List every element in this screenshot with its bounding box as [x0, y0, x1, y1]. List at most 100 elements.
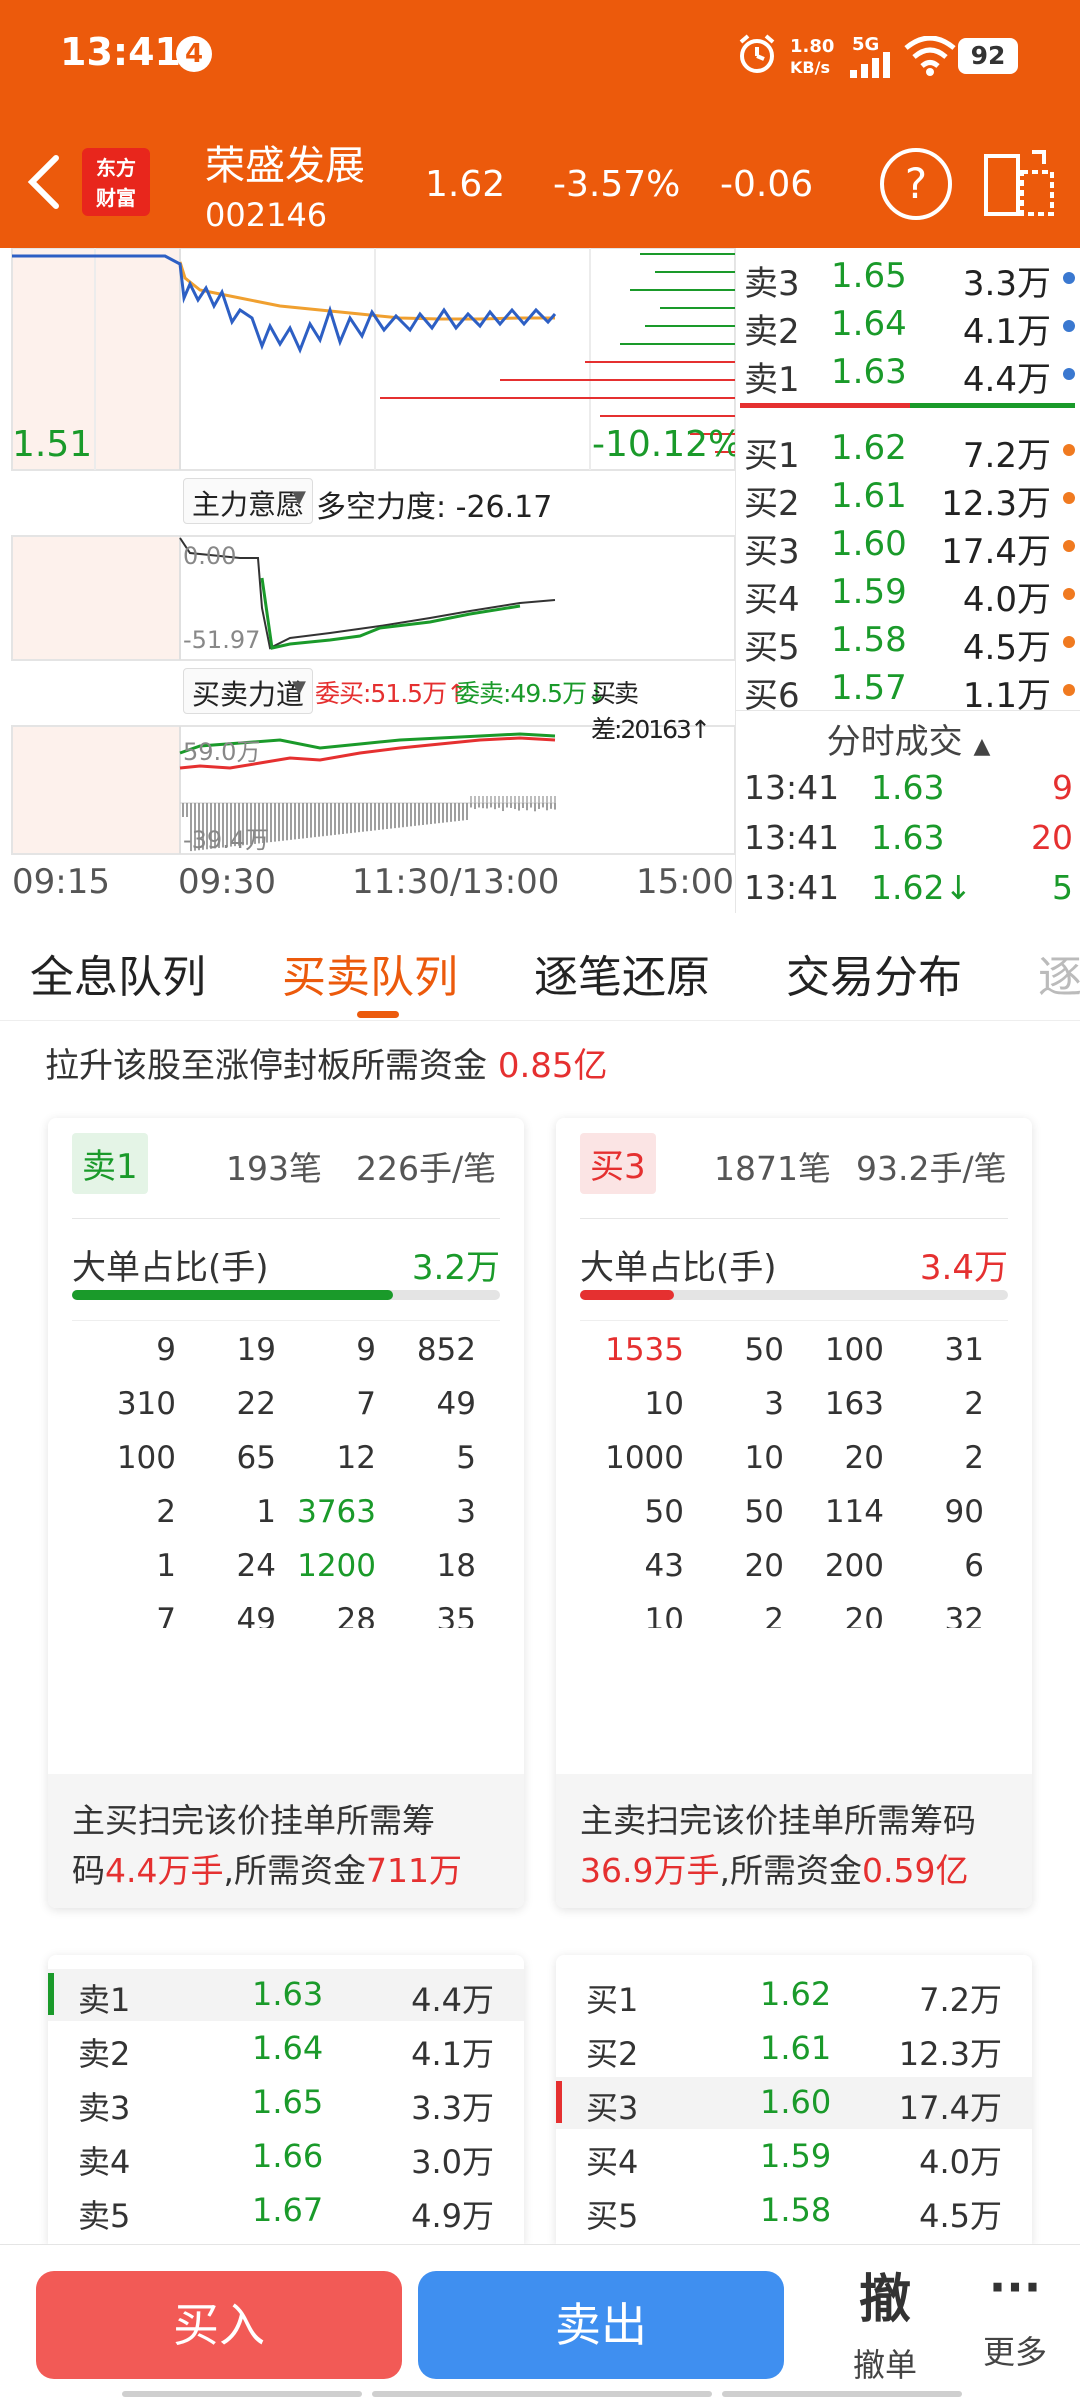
- level-label: 卖3: [78, 2083, 130, 2129]
- bid-row[interactable]: 买6 1.57 1.1万: [736, 668, 1080, 714]
- bid-row[interactable]: 买4 1.59 4.0万: [736, 572, 1080, 618]
- ask-row[interactable]: 卖2 1.64 4.1万: [736, 304, 1080, 350]
- histogram-bar: [374, 803, 376, 830]
- queue-cell: 10: [584, 1386, 684, 1422]
- histogram-bar: [342, 803, 344, 834]
- tab-buy-sell-queue[interactable]: 买卖队列: [282, 941, 458, 1005]
- histogram-bar: [278, 803, 280, 841]
- histogram-bar: [502, 803, 504, 811]
- bid-row[interactable]: 买2 1.61 12.3万: [736, 476, 1080, 522]
- queue-cell: 10: [684, 1440, 784, 1476]
- histogram-bar: [402, 803, 404, 827]
- level-row[interactable]: 买3 1.60 17.4万: [556, 2077, 1032, 2129]
- ind1-bottom-label: -51.97: [183, 626, 260, 654]
- histogram-bar: [314, 803, 316, 837]
- stock-price: 1.62: [425, 164, 505, 205]
- battery-indicator: 92: [958, 38, 1018, 74]
- help-icon[interactable]: ?: [880, 148, 952, 220]
- histogram-bar: [530, 803, 532, 808]
- tab-tick-restore[interactable]: 逐笔还原: [534, 941, 710, 1005]
- level-volume: 4.9万: [411, 2191, 494, 2237]
- level-volume: 4.4万: [411, 1975, 494, 2021]
- level-row[interactable]: 买1 1.62 7.2万: [556, 1969, 1032, 2021]
- active-tab-indicator: [357, 1011, 399, 1018]
- level-row[interactable]: 买5 1.58 4.5万: [556, 2185, 1032, 2237]
- buy-level-badge[interactable]: 买3: [580, 1133, 656, 1194]
- histogram-bar: [514, 796, 516, 803]
- bid-row[interactable]: 买5 1.58 4.5万: [736, 620, 1080, 666]
- level-row[interactable]: 买2 1.61 12.3万: [556, 2023, 1032, 2075]
- histogram-bar: [522, 796, 524, 803]
- time-axis-1: 09:30: [178, 862, 276, 902]
- histogram-bar: [470, 803, 472, 807]
- sell-big-order-value: 3.2万: [412, 1240, 500, 1289]
- ask-row[interactable]: 卖3 1.65 3.3万: [736, 256, 1080, 302]
- level-label: 买3: [586, 2083, 638, 2129]
- net-speed: 1.80: [790, 36, 834, 57]
- ind2-top-label: 59.0万: [183, 732, 260, 767]
- level-price: 1.61: [760, 2029, 831, 2067]
- queue-cell: 20: [684, 1548, 784, 1584]
- ind1-selector[interactable]: 主力意愿 ▼: [183, 478, 313, 524]
- level-label: 买1: [586, 1975, 638, 2021]
- histogram-bar: [514, 803, 516, 809]
- sell-button[interactable]: 卖出: [418, 2271, 784, 2379]
- buy-button[interactable]: 买入: [36, 2271, 402, 2379]
- histogram-bar: [330, 803, 332, 835]
- queue-cell: 3: [376, 1494, 476, 1530]
- queue-cell: 9: [76, 1332, 176, 1368]
- change-amount: -0.06: [720, 164, 813, 205]
- more-button[interactable]: ··· 更多: [960, 2257, 1070, 2397]
- cancel-order-button[interactable]: 撤 撤单: [820, 2257, 950, 2397]
- stock-header: 东方 财富 荣盛发展 002146 1.62 -3.57% -0.06 ?: [0, 118, 1080, 248]
- net-speed-unit: KB/s: [790, 58, 830, 77]
- histogram-bar: [538, 796, 540, 803]
- histogram-bar: [186, 803, 188, 817]
- tab-full-queue[interactable]: 全息队列: [30, 941, 206, 1005]
- intraday-chart[interactable]: 1.51 -10.12% 主力意愿 ▼ 多空力度: -26.17 0.00 -5…: [0, 248, 735, 913]
- queue-cell: 65: [176, 1440, 276, 1476]
- level-label: 买5: [586, 2191, 638, 2237]
- level-row[interactable]: 卖3 1.65 3.3万: [48, 2077, 524, 2129]
- level-volume: 4.0万: [919, 2137, 1002, 2183]
- queue-cell: 7: [276, 1386, 376, 1422]
- queue-cell: 31: [884, 1332, 984, 1368]
- histogram-bar: [450, 803, 452, 822]
- signal-icon: [850, 52, 892, 82]
- trades-header[interactable]: 分时成交 ▲: [736, 714, 1080, 762]
- back-arrow-icon[interactable]: [24, 152, 64, 216]
- buy-footer: 主卖扫完该价挂单所需筹码 36.9万手,所需资金0.59亿: [556, 1774, 1032, 1908]
- level-label: 买2: [586, 2029, 638, 2075]
- queue-cell: 50: [684, 1494, 784, 1530]
- histogram-bar: [270, 803, 272, 842]
- ind2-selector[interactable]: 买卖力道 ▼: [183, 668, 313, 714]
- level-volume: 3.3万: [411, 2083, 494, 2129]
- sell-level-badge[interactable]: 卖1: [72, 1133, 148, 1194]
- time-axis-0: 09:15: [12, 862, 110, 902]
- queue-cell: 114: [784, 1494, 884, 1530]
- histogram-bar: [550, 803, 552, 809]
- level-row[interactable]: 卖4 1.66 3.0万: [48, 2131, 524, 2183]
- histogram-bar: [550, 796, 552, 803]
- level-row[interactable]: 卖5 1.67 4.9万: [48, 2185, 524, 2237]
- histogram-bar: [478, 796, 480, 803]
- queue-cell: 6: [884, 1548, 984, 1584]
- level-price: 1.65: [252, 2083, 323, 2121]
- level-row[interactable]: 卖1 1.63 4.4万: [48, 1969, 524, 2021]
- queue-cell: 90: [884, 1494, 984, 1530]
- histogram-bar: [522, 803, 524, 808]
- tab-more[interactable]: 逐: [1038, 941, 1080, 1005]
- bid-row[interactable]: 买3 1.60 17.4万: [736, 524, 1080, 570]
- histogram-bar: [494, 803, 496, 809]
- histogram-bar: [546, 796, 548, 803]
- histogram-bar: [518, 796, 520, 803]
- queue-cell: 49: [176, 1602, 276, 1628]
- bid-row[interactable]: 买1 1.62 7.2万: [736, 428, 1080, 474]
- switch-view-icon[interactable]: [982, 148, 1056, 226]
- dropdown-arrow-icon: ▼: [292, 677, 306, 698]
- level-price: 1.64: [252, 2029, 323, 2067]
- level-row[interactable]: 卖2 1.64 4.1万: [48, 2023, 524, 2075]
- ask-row[interactable]: 卖1 1.63 4.4万: [736, 352, 1080, 398]
- tab-trade-distribution[interactable]: 交易分布: [786, 941, 962, 1005]
- level-row[interactable]: 买4 1.59 4.0万: [556, 2131, 1032, 2183]
